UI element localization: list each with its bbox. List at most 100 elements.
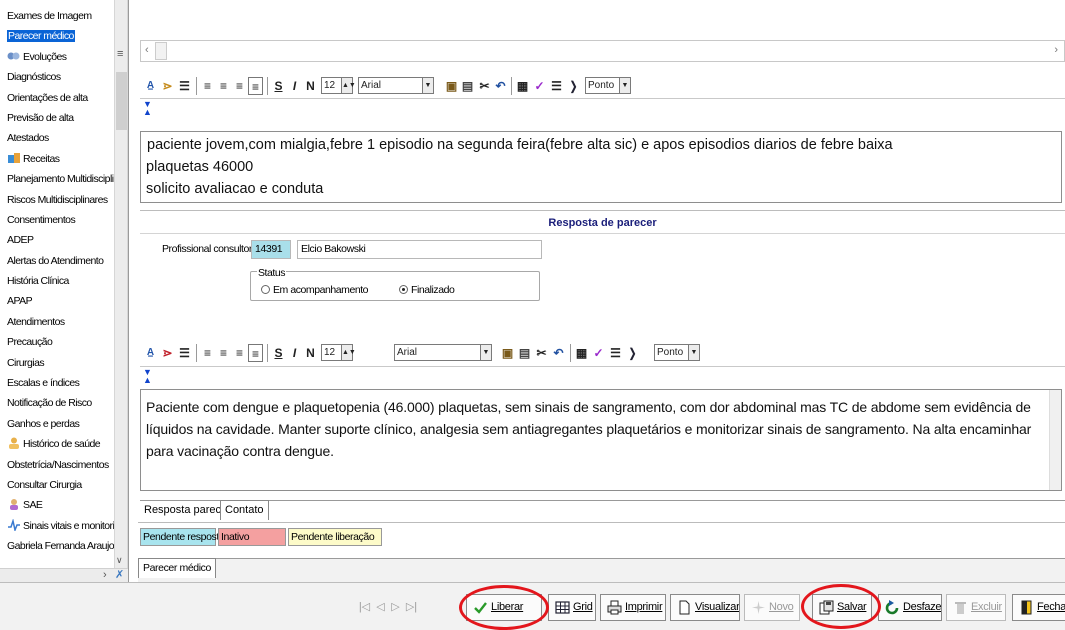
sidebar-item-sae[interactable]: SAE [0,495,114,515]
cut-icon[interactable]: ✂ [534,344,549,362]
radio-em-acompanhamento[interactable]: Em acompanhamento [261,284,369,296]
font-name-select[interactable]: Arial ▼ [358,77,434,94]
novo-button[interactable]: Novo [744,594,800,621]
sidebar-item-gabriela[interactable]: Gabriela Fernanda Araujo [0,536,114,556]
align-right-icon[interactable]: ≡ [232,77,247,95]
sidebar-item-diagnosticos[interactable]: Diagnósticos [0,67,114,87]
italic-button[interactable]: I [287,344,302,362]
bullet-list-icon[interactable]: ☰ [177,344,192,362]
sidebar-item-consultar-cirurgia[interactable]: Consultar Cirurgia [0,475,114,495]
response-vscroll[interactable] [1049,390,1061,490]
sidebar-item-escalas[interactable]: Escalas e índices [0,373,114,393]
sidebar-item-evolucoes[interactable]: Evoluções [0,47,114,67]
sidebar-item-precaucao[interactable]: Precaução [0,332,114,352]
scroll-right-icon[interactable]: › [103,569,107,581]
fechar-button[interactable]: Fechar [1012,594,1065,621]
undo-icon[interactable]: ↶ [493,77,508,95]
prev-record-icon[interactable]: ◁ [374,598,387,616]
indent-bottom-icon[interactable]: ▲ [143,108,152,117]
sidebar-scroll-thumb[interactable] [116,72,127,130]
spellcheck-icon[interactable]: ✓ [591,344,606,362]
sidebar-item-historia-clinica[interactable]: História Clínica [0,271,114,291]
sidebar-item-exames-imagem[interactable]: Exames de Imagem [0,6,114,26]
table-icon[interactable]: ▦ [515,77,530,95]
sidebar-item-parecer-medico[interactable]: Parecer médico [0,26,114,46]
align-center-icon[interactable]: ≡ [216,344,231,362]
indent-icon[interactable]: ❭ [625,344,640,362]
justify-icon[interactable]: ≡ [248,77,263,95]
line-spacing-icon[interactable]: ☰ [549,77,564,95]
top-hscroll[interactable]: ‹ › [140,40,1065,62]
font-name-select[interactable]: Arial ▼ [394,344,492,361]
sidebar-item-atestados[interactable]: Atestados [0,128,114,148]
font-size-select[interactable]: 12 ▲▼ [321,344,356,361]
italic-button[interactable]: I [287,77,302,95]
consultant-name-field[interactable]: Elcio Bakowski [297,240,542,259]
sidebar-item-adep[interactable]: ADEP [0,230,114,250]
grid-button[interactable]: Grid [548,594,596,621]
align-left-icon[interactable]: ≡ [200,344,215,362]
align-right-icon[interactable]: ≡ [232,344,247,362]
radio-finalizado[interactable]: Finalizado [399,284,455,296]
excluir-button[interactable]: Excluir [946,594,1006,621]
line-spacing-icon[interactable]: ☰ [608,344,623,362]
sidebar-hscroll[interactable]: › ✗ [0,568,128,582]
paste-icon[interactable]: ▣ [500,344,515,362]
next-record-icon[interactable]: ▷ [389,598,402,616]
visualizar-button[interactable]: Visualizar [670,594,740,621]
sidebar-item-consentimentos[interactable]: Consentimentos [0,210,114,230]
tab-parecer-medico[interactable]: Parecer médico [138,558,216,578]
hscroll-thumb[interactable] [155,42,167,60]
last-record-icon[interactable]: ▷| [405,598,418,616]
highlight-icon[interactable]: ⋗ [160,344,175,362]
sidebar-item-apap[interactable]: APAP [0,291,114,311]
sidebar-item-planejamento[interactable]: Planejamento Multidisciplin [0,169,114,189]
justify-icon[interactable]: ≡ [248,344,263,362]
cut-icon[interactable]: ✂ [477,77,492,95]
underline-button[interactable]: S [271,77,286,95]
chevron-down-icon[interactable]: ∨ [116,555,123,566]
scroll-right-icon[interactable]: › [1054,44,1058,56]
bullet-list-icon[interactable]: ☰ [177,77,192,95]
bold-button[interactable]: N [303,77,318,95]
desfazer-button[interactable]: Desfazer [878,594,942,621]
copy-icon[interactable]: ▤ [460,77,475,95]
copy-icon[interactable]: ▤ [517,344,532,362]
sidebar-item-orientacoes-alta[interactable]: Orientações de alta [0,88,114,108]
font-size-select[interactable]: 12 ▲▼ [321,77,356,94]
undo-icon[interactable]: ↶ [551,344,566,362]
paste-icon[interactable]: ▣ [444,77,459,95]
indent-icon[interactable]: ❭ [566,77,581,95]
align-center-icon[interactable]: ≡ [216,77,231,95]
pin-icon[interactable]: ✗ [115,568,124,581]
sidebar-item-notificacao-risco[interactable]: Notificação de Risco [0,393,114,413]
sidebar-item-alertas[interactable]: Alertas do Atendimento [0,251,114,271]
sidebar-item-cirurgias[interactable]: Cirurgias [0,353,114,373]
first-record-icon[interactable]: |◁ [358,598,371,616]
sidebar-item-sinais-vitais[interactable]: Sinais vitais e monitoriz [0,516,114,536]
request-text-memo[interactable]: paciente jovem,com mialgia,febre 1 episo… [140,131,1062,203]
unit-select[interactable]: Ponto ▼ [585,77,631,94]
sidebar-item-previsao-alta[interactable]: Previsão de alta [0,108,114,128]
consultant-code-field[interactable]: 14391 [251,240,291,259]
splitter[interactable] [128,0,138,582]
response-text-memo[interactable]: Paciente com dengue e plaquetopenia (46.… [140,389,1062,491]
sidebar-item-atendimentos[interactable]: Atendimentos [0,312,114,332]
sidebar-item-riscos[interactable]: Riscos Multidisciplinares [0,190,114,210]
sidebar-scrollbar[interactable]: ≡ ∨ [114,0,128,568]
font-style-icon[interactable]: A͇ [143,344,158,362]
align-left-icon[interactable]: ≡ [200,77,215,95]
sidebar-item-historico-saude[interactable]: Histórico de saúde [0,434,114,454]
scroll-left-icon[interactable]: ‹ [145,44,149,56]
font-style-icon[interactable]: A͇ [143,77,158,95]
underline-button[interactable]: S [271,344,286,362]
tab-contato[interactable]: Contato [220,500,269,520]
indent-bottom-icon[interactable]: ▲ [143,376,152,385]
table-icon[interactable]: ▦ [574,344,589,362]
sidebar-item-obstetricia[interactable]: Obstetrícia/Nascimentos [0,455,114,475]
spellcheck-icon[interactable]: ✓ [532,77,547,95]
imprimir-button[interactable]: Imprimir [600,594,666,621]
unit-select[interactable]: Ponto ▼ [654,344,700,361]
sidebar-item-receitas[interactable]: Receitas [0,149,114,169]
sidebar-item-ganhos-perdas[interactable]: Ganhos e perdas [0,414,114,434]
